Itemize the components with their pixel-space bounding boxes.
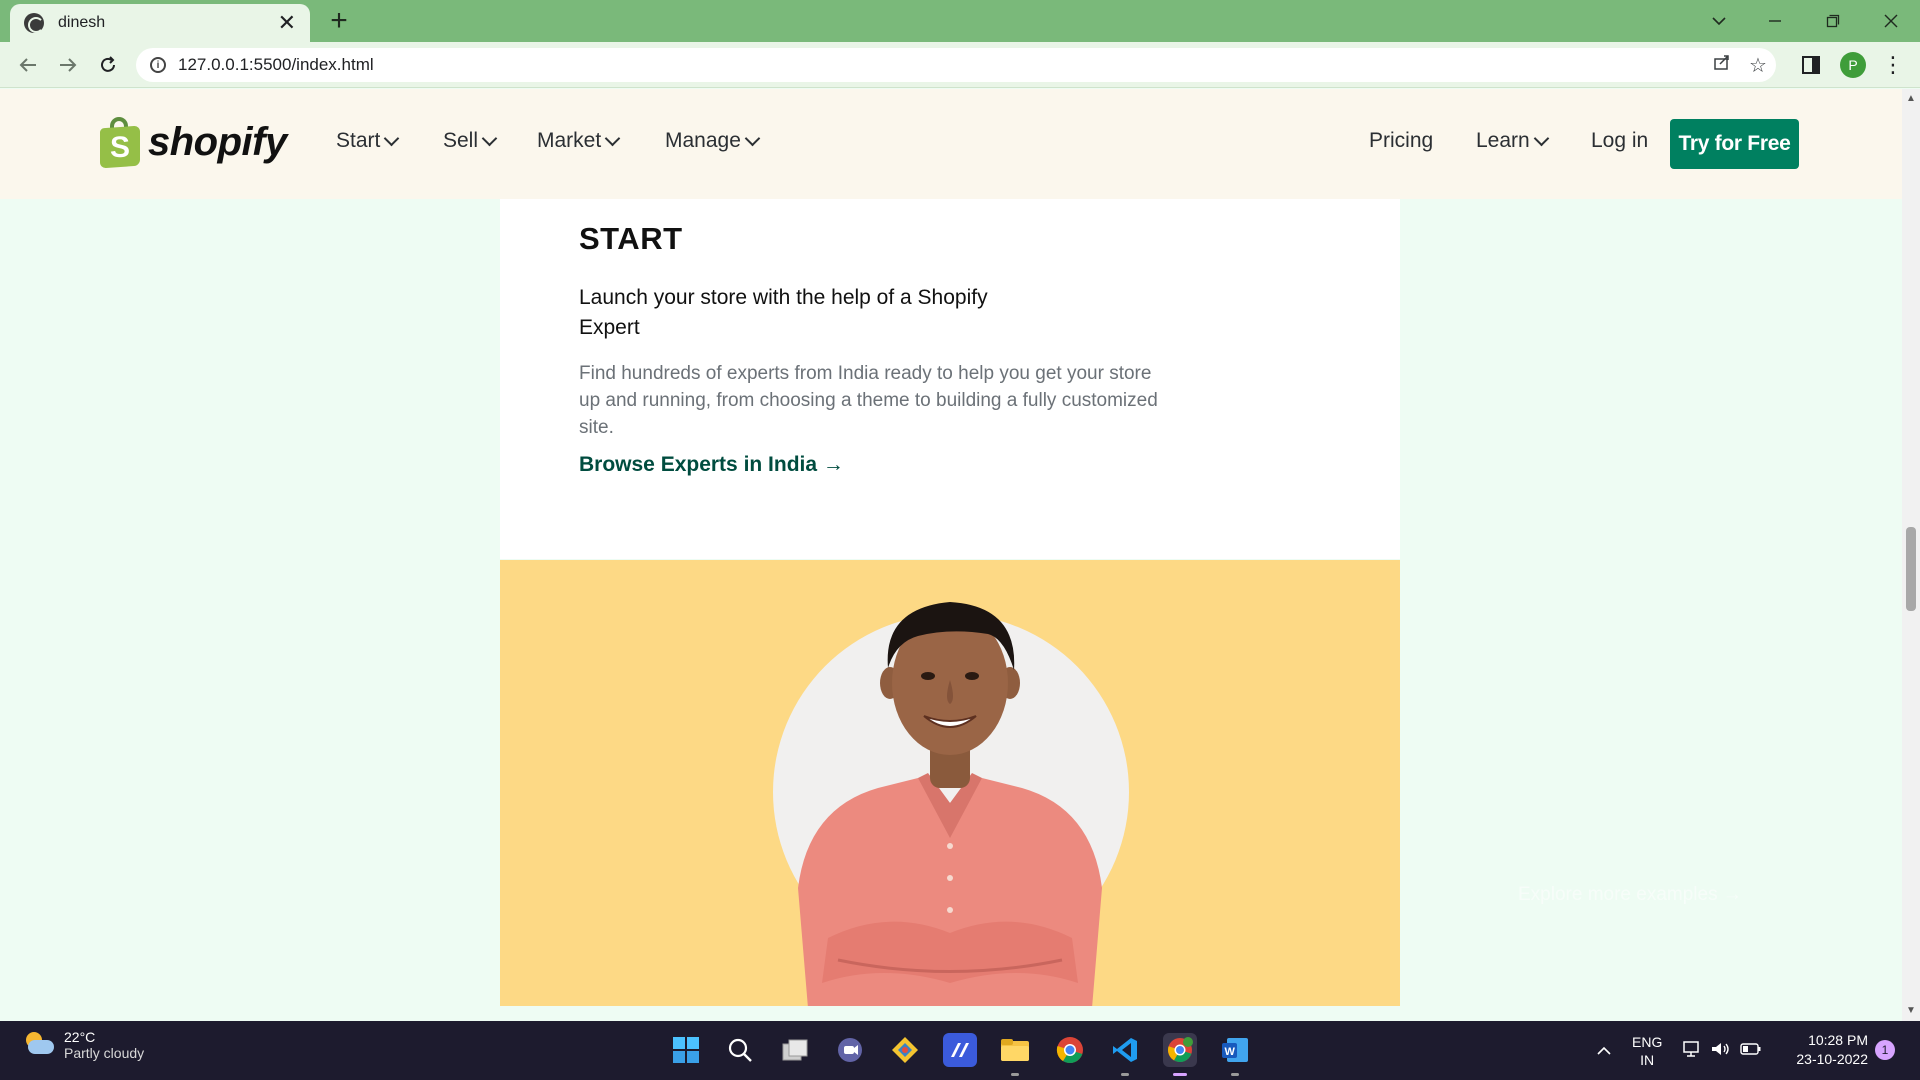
minimize-icon[interactable] [1750,5,1800,37]
nav-start[interactable]: Start [336,129,400,153]
start-card: START Launch your store with the help of… [500,199,1400,559]
network-icon[interactable] [1682,1040,1702,1061]
nav-pricing[interactable]: Pricing [1369,129,1433,153]
running-indicator [1121,1073,1129,1076]
nav-sell[interactable]: Sell [443,129,498,153]
system-clock[interactable]: 10:28 PM 23-10-2022 [1790,1031,1868,1069]
page-scrollbar[interactable]: ▲ ▼ [1902,89,1920,1021]
smiling-man-illustration [798,602,1102,1006]
search-icon[interactable] [723,1033,757,1067]
word-icon[interactable]: W [1218,1033,1252,1067]
side-panel-icon[interactable] [1802,56,1820,74]
globe-icon [24,13,44,33]
bookmark-star-icon[interactable]: ☆ [1740,53,1776,78]
nav-pricing-label: Pricing [1369,129,1434,152]
task-view-icon[interactable] [778,1033,812,1067]
git-icon[interactable] [888,1033,922,1067]
shopify-bag-icon: S [98,117,142,169]
chevron-up-icon[interactable] [1596,1043,1612,1059]
site-header: S shopify Start Sell Market Manage Prici… [0,89,1902,199]
scrollbar-thumb[interactable] [1906,527,1916,611]
volume-icon[interactable] [1710,1040,1732,1061]
chat-icon[interactable] [833,1033,867,1067]
site-info-icon[interactable]: i [150,57,166,73]
back-arrow-icon[interactable] [12,50,44,80]
chevron-down-icon [481,130,498,146]
address-bar[interactable]: i 127.0.0.1:5500/index.html ☆ [136,48,1776,82]
logo-wordmark: shopify [148,119,287,164]
share-icon[interactable] [1704,53,1740,77]
card-subheading: Launch your store with the help of a Sho… [579,286,988,339]
weather-description: Partly cloudy [64,1045,145,1061]
try-for-free-button[interactable]: Try for Free [1670,119,1799,169]
profile-avatar[interactable]: P [1840,52,1866,78]
close-window-icon[interactable] [1866,5,1916,37]
vscode-icon[interactable] [1108,1033,1142,1067]
file-explorer-icon[interactable] [998,1033,1032,1067]
windows-start-icon[interactable] [669,1033,703,1067]
app-icon[interactable] [943,1033,977,1067]
browse-experts-link[interactable]: Browse Experts in India → [579,453,844,477]
nav-learn-label: Learn [1476,129,1530,152]
nav-start-label: Start [336,129,381,152]
chevron-down-icon [1533,130,1549,146]
card-heading: START [579,221,683,256]
active-indicator [1173,1073,1187,1076]
battery-icon[interactable] [1740,1042,1762,1059]
address-toolbar: i 127.0.0.1:5500/index.html ☆ P ⋮ [0,42,1920,88]
restore-icon[interactable] [1808,5,1858,37]
weather-widget[interactable]: 22°C Partly cloudy [22,1029,144,1061]
new-tab-button[interactable]: + [322,4,356,38]
clock-date: 23-10-2022 [1796,1051,1868,1067]
language-code: ENG [1632,1033,1663,1050]
svg-text:W: W [1225,1046,1236,1058]
tab-search-chevron-icon[interactable] [1694,5,1744,37]
nav-learn[interactable]: Learn [1476,129,1549,153]
page-viewport: S shopify Start Sell Market Manage Prici… [0,89,1902,1021]
nav-market[interactable]: Market [537,129,621,153]
expert-hero-image [500,560,1400,1006]
partly-cloudy-icon [22,1030,56,1060]
browser-tab[interactable]: dinesh ✕ [10,4,310,42]
weather-temperature: 22°C [64,1029,96,1045]
forward-arrow-icon[interactable] [52,50,84,80]
clock-time: 10:28 PM [1808,1032,1868,1048]
chevron-down-icon [604,130,621,146]
nav-login[interactable]: Log in [1591,129,1648,153]
tab-title: dinesh [58,14,106,31]
nav-manage-label: Manage [665,129,741,152]
card-description: Find hundreds of experts from India read… [579,363,1158,438]
nav-market-label: Market [537,129,602,152]
nav-sell-label: Sell [443,129,479,152]
windows-taskbar: 22°C Partly cloudy W ENG IN 10:28 PM 23-… [0,1021,1920,1080]
browser-menu-icon[interactable]: ⋮ [1882,50,1904,80]
nav-manage[interactable]: Manage [665,129,761,153]
running-indicator [1011,1073,1019,1076]
scroll-up-arrow-icon[interactable]: ▲ [1906,93,1916,104]
system-tray: ENG IN [1596,1021,1762,1080]
region-code: IN [1640,1051,1655,1068]
reload-icon[interactable] [92,50,124,80]
tab-close-icon[interactable]: ✕ [278,12,296,34]
chevron-down-icon [384,130,400,146]
language-indicator[interactable]: ENG IN [1632,1033,1662,1069]
running-indicator [1231,1073,1239,1076]
browser-tab-strip: dinesh ✕ + [0,0,1920,42]
nav-login-label: Log in [1591,129,1649,152]
chevron-down-icon [744,130,761,146]
url-text[interactable]: 127.0.0.1:5500/index.html [178,55,1704,75]
shopify-logo[interactable]: S shopify [98,117,287,169]
notification-badge[interactable]: 1 [1875,1040,1895,1060]
scroll-down-arrow-icon[interactable]: ▼ [1906,1005,1916,1016]
explore-more-link[interactable]: Explore more examples → [1518,884,1742,906]
chrome-icon[interactable] [1053,1033,1087,1067]
chrome-profile-icon[interactable] [1163,1033,1197,1067]
